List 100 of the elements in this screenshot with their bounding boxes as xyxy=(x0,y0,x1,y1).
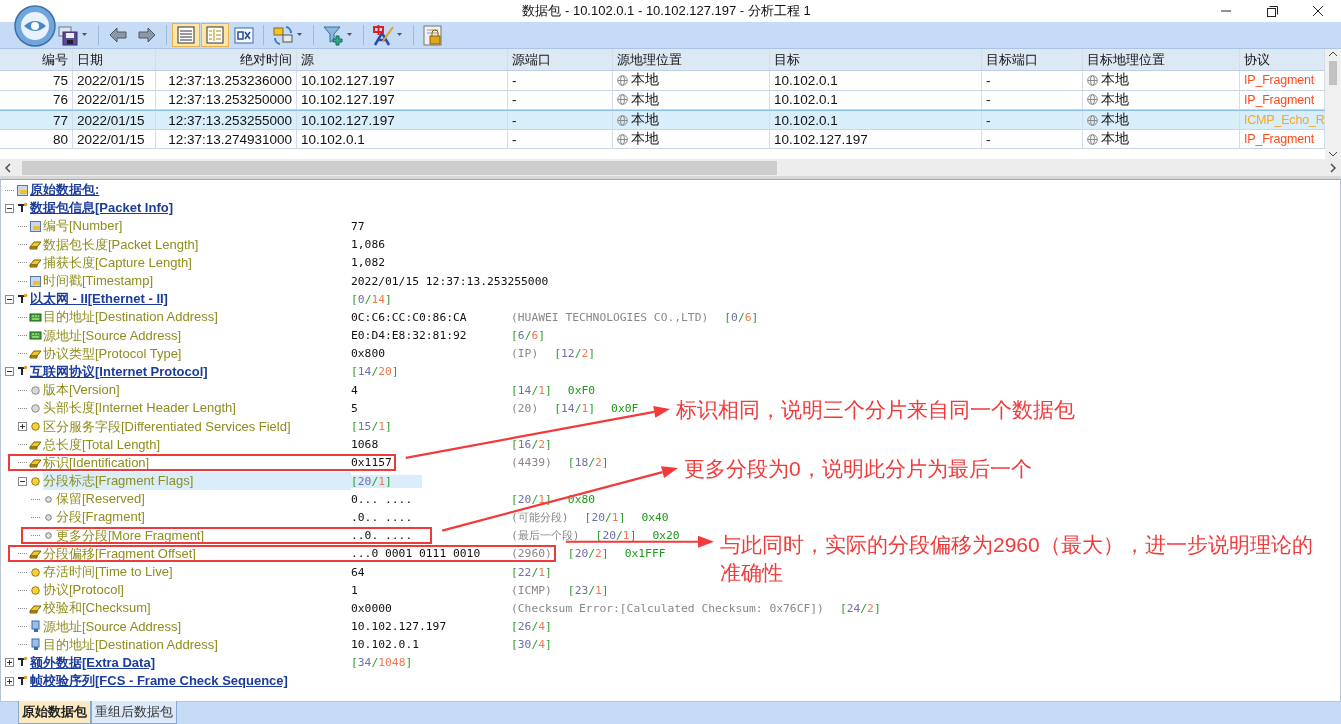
column-header[interactable]: 编号 xyxy=(0,49,73,70)
tree-item[interactable]: 互联网协议[Internet Protocol] xyxy=(30,362,208,382)
tag-icon xyxy=(29,238,42,252)
table-cell: 本地 xyxy=(1101,90,1129,109)
collapse-icon[interactable] xyxy=(5,203,14,213)
field-value: 1,086 xyxy=(351,238,386,252)
tree-item[interactable]: 协议[Protocol] xyxy=(43,581,351,600)
tree-item[interactable]: 区分服务字段[Differentiated Services Field] xyxy=(43,417,351,436)
tree-item[interactable]: 数据包信息[Packet Info] xyxy=(30,199,173,218)
bit-mask: 0x0F xyxy=(611,401,639,415)
bit-mask: 0x1FFF xyxy=(624,547,666,561)
field-value: 5 xyxy=(351,401,359,415)
byte-range: [15/1] xyxy=(351,420,392,434)
table-cell: 10.102.127.197 xyxy=(774,131,868,147)
field-value: 0C:C6:CC:C0:86:CA xyxy=(351,310,468,324)
tree-item[interactable]: 帧校验序列[FCS - Frame Check Sequence] xyxy=(30,672,288,691)
tree-item[interactable]: 保留[Reserved] xyxy=(56,490,351,509)
tab[interactable]: 原始数据包 xyxy=(18,701,91,724)
field-value: 1,082 xyxy=(351,256,386,270)
table-cell: - xyxy=(986,92,991,108)
field-note: (最后一个段) xyxy=(511,528,580,544)
table-cell: IP_Fragment xyxy=(1244,132,1315,147)
tree-item[interactable]: 标识[Identification] xyxy=(43,453,351,472)
table-cell: 80 xyxy=(52,131,68,147)
table-cell: IP_Fragment xyxy=(1244,73,1315,88)
tree-item[interactable]: 源地址[Source Address] xyxy=(43,617,351,636)
table-row[interactable]: 80 2022/01/15 12:37:13.274931000 10.102.0.1 - 本地 10.102.127.197 - 本地 IP_Fragment xyxy=(0,129,1325,150)
column-header[interactable]: 绝对时间 xyxy=(156,49,297,70)
column-header[interactable]: 源地理位置 xyxy=(613,49,770,70)
column-header[interactable]: 目标端口 xyxy=(982,49,1083,70)
table-cell: 12:37:13.274931000 xyxy=(168,131,292,147)
byte-range: [18/2] xyxy=(567,456,609,470)
table-cell: 本地 xyxy=(631,71,659,90)
column-header[interactable]: 源端口 xyxy=(508,49,613,70)
field-note: (HUAWEI TECHNOLOGIES CO.,LTD) xyxy=(511,310,709,324)
tag-icon xyxy=(29,547,42,561)
tree-item[interactable]: 分段[Fragment] xyxy=(56,508,351,527)
horizontal-scrollbar[interactable] xyxy=(0,159,1341,179)
tree-item[interactable]: 额外数据[Extra Data] xyxy=(30,653,155,673)
filter-icon xyxy=(321,23,345,47)
table-row[interactable]: 77 2022/01/15 12:37:13.253255000 10.102.127.197 - 本地 10.102.0.1 - 本地 ICMP_Echo_R xyxy=(0,110,1325,130)
table-cell: 76 xyxy=(52,92,68,108)
tree-item[interactable]: 校验和[Checksum] xyxy=(43,599,351,618)
collapse-icon[interactable] xyxy=(5,294,14,304)
column-header[interactable]: 目标地理位置 xyxy=(1083,49,1240,70)
tree-item[interactable]: 版本[Version] xyxy=(43,381,351,400)
list-view-icon xyxy=(174,23,198,47)
byte-range: [23/1] xyxy=(567,583,609,597)
detail-view-icon xyxy=(203,23,227,47)
table-cell: IP_Fragment xyxy=(1244,92,1315,107)
expand-icon[interactable] xyxy=(5,658,14,668)
table-row[interactable]: 75 2022/01/15 12:37:13.253236000 10.102.127.197 - 本地 10.102.0.1 - 本地 IP_Fragment xyxy=(0,71,1325,91)
tree-item[interactable]: 源地址[Source Address] xyxy=(43,326,351,345)
table-cell: 10.102.127.197 xyxy=(301,92,395,108)
table-cell: 本地 xyxy=(1101,130,1129,149)
expand-icon[interactable] xyxy=(18,422,27,432)
scroll-thumb[interactable] xyxy=(1329,61,1337,85)
field-note: (IP) xyxy=(511,347,539,361)
scroll-thumb[interactable] xyxy=(22,160,777,175)
collapse-icon[interactable] xyxy=(5,367,14,377)
tree-item[interactable]: 以太网 - II[Ethernet - II] xyxy=(30,290,168,309)
tree-item[interactable]: 分段偏移[Fragment Offset] xyxy=(43,544,351,563)
column-header[interactable]: 日期 xyxy=(73,49,156,70)
window-title: 数据包 - 10.102.0.1 - 10.102.127.197 - 分析工程 1 xyxy=(521,2,812,20)
column-header[interactable]: 源 xyxy=(297,49,508,70)
vertical-scrollbar[interactable] xyxy=(1325,49,1341,159)
byte-range: [26/4] xyxy=(511,620,552,634)
tree-item[interactable]: 时间戳[Timestamp] xyxy=(43,271,351,291)
table-cell: - xyxy=(512,72,517,88)
tree-item[interactable]: 目的地址[Destination Address] xyxy=(43,635,351,654)
table-cell: - xyxy=(986,112,991,128)
save-icon xyxy=(56,23,80,47)
lock-icon xyxy=(421,23,445,47)
table-cell: - xyxy=(512,131,517,147)
tab[interactable]: 重组后数据包 xyxy=(91,701,177,724)
collapse-icon[interactable] xyxy=(18,476,27,486)
byte-range: [30/4] xyxy=(511,638,552,652)
tree-item[interactable]: 总长度[Total Length] xyxy=(43,435,351,454)
tree-item[interactable]: 编号[Number] xyxy=(43,217,351,236)
table-cell: ICMP_Echo_R xyxy=(1244,113,1325,128)
column-header[interactable]: 目标 xyxy=(770,49,982,70)
pin-icon xyxy=(16,201,29,215)
table-cell: 2022/01/15 xyxy=(77,72,145,88)
annotation-text: 更多分段为0，说明此分片为最后一个 xyxy=(684,456,1032,482)
byte-range: [24/2] xyxy=(839,601,881,615)
field-note: (20) xyxy=(511,401,539,415)
tree-item[interactable]: 头部长度[Internet Header Length] xyxy=(43,399,351,418)
expand-icon[interactable] xyxy=(5,676,14,686)
field-value: 10.102.127.197 xyxy=(351,620,448,634)
dot-icon xyxy=(29,383,42,397)
tree-item[interactable]: 数据包长度[Packet Length] xyxy=(43,235,351,254)
tree-item[interactable]: 捕获长度[Capture Length] xyxy=(43,253,351,272)
table-cell: - xyxy=(986,131,991,147)
tree-item[interactable]: 目的地址[Destination Address] xyxy=(43,308,351,327)
field-value: 0x0000 xyxy=(351,601,393,615)
tree-item[interactable]: 协议类型[Protocol Type] xyxy=(43,344,351,363)
tree-item[interactable]: 原始数据包: xyxy=(30,181,100,200)
table-cell: 2022/01/15 xyxy=(77,92,145,108)
tree-item[interactable]: 存活时间[Time to Live] xyxy=(43,562,351,582)
tree-item[interactable]: 更多分段[More Fragment] xyxy=(56,526,351,545)
